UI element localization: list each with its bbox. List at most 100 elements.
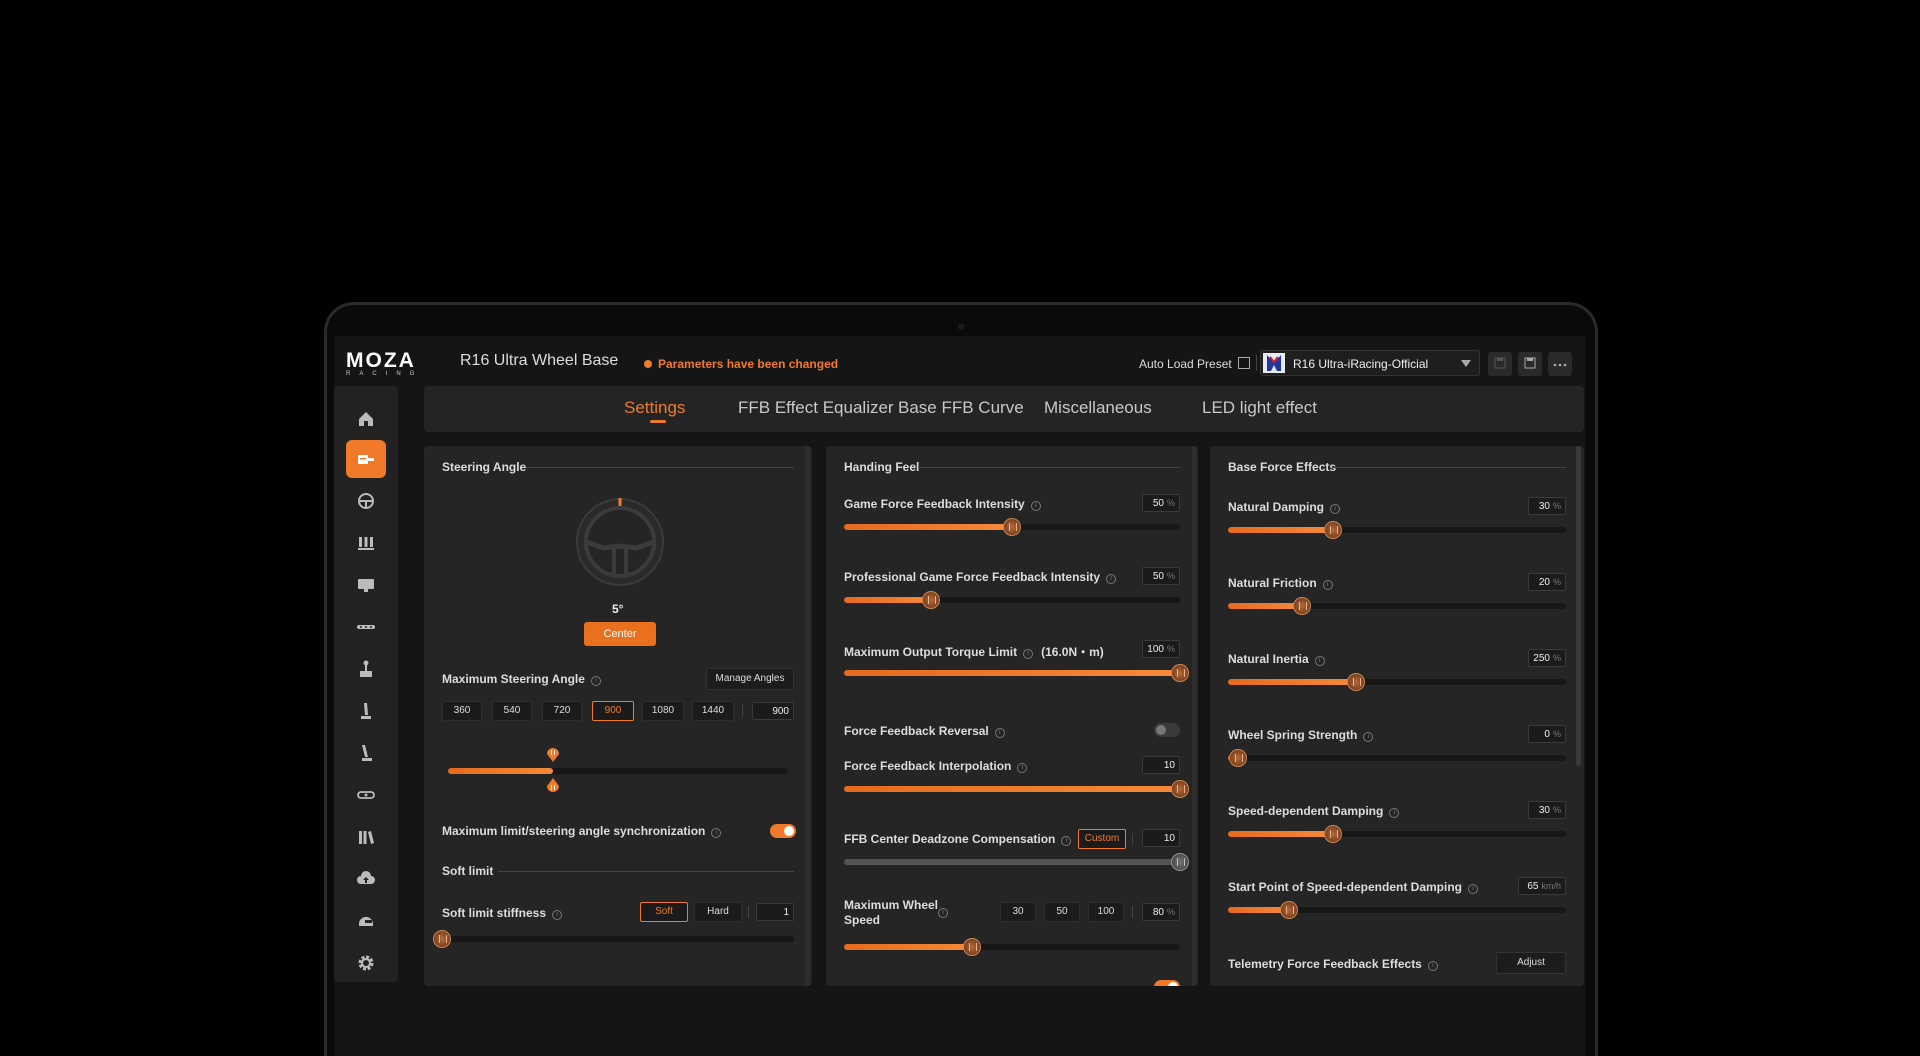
- sidebar-item-sequential-shifter[interactable]: [346, 734, 386, 772]
- sync-toggle[interactable]: [770, 824, 796, 838]
- slider-knob[interactable]: [1323, 521, 1342, 539]
- slider-knob[interactable]: [1279, 901, 1298, 919]
- info-icon[interactable]: i: [590, 676, 601, 686]
- slider-knob[interactable]: [1293, 597, 1312, 615]
- wheel-speed-100[interactable]: 100: [1088, 902, 1124, 922]
- wheel-spring-value[interactable]: 0%: [1528, 725, 1566, 743]
- scrollbar[interactable]: [1192, 446, 1197, 986]
- speed-damping-slider[interactable]: [1228, 825, 1566, 843]
- info-icon[interactable]: i: [994, 728, 1005, 738]
- info-icon[interactable]: i: [1314, 656, 1325, 666]
- sidebar-item-button-box[interactable]: [346, 776, 386, 814]
- slider-knob[interactable]: [1229, 749, 1248, 767]
- save-as-button[interactable]: [1518, 352, 1542, 376]
- sidebar-item-shifter[interactable]: [346, 650, 386, 688]
- ffb-interpolation-value[interactable]: 10: [1142, 756, 1180, 774]
- wheel-speed-value[interactable]: 80%: [1142, 903, 1180, 921]
- ffb-interpolation-slider[interactable]: [844, 780, 1189, 798]
- info-icon[interactable]: i: [1023, 649, 1034, 659]
- speed-damping-value[interactable]: 30%: [1528, 801, 1566, 819]
- natural-damping-slider[interactable]: [1228, 521, 1566, 539]
- sidebar-item-settings[interactable]: [346, 944, 386, 982]
- angle-preset-1080[interactable]: 1080: [642, 701, 684, 721]
- start-point-value[interactable]: 65 km/h: [1518, 877, 1566, 895]
- game-ffb-slider[interactable]: [844, 518, 1180, 536]
- start-point-slider[interactable]: [1228, 901, 1566, 919]
- natural-inertia-slider[interactable]: [1228, 673, 1566, 691]
- info-icon[interactable]: i: [1330, 504, 1341, 514]
- slider-knob[interactable]: [1171, 780, 1189, 798]
- tab-settings[interactable]: Settings: [624, 398, 685, 418]
- info-icon[interactable]: i: [1061, 836, 1072, 846]
- stiffness-soft-option[interactable]: Soft: [640, 902, 688, 922]
- pro-ffb-slider[interactable]: [844, 591, 1180, 609]
- steering-angle-slider[interactable]: [448, 748, 788, 792]
- sidebar-item-pedals[interactable]: [346, 524, 386, 562]
- sidebar-item-helmet[interactable]: [346, 902, 386, 940]
- info-icon[interactable]: i: [1017, 763, 1028, 773]
- angle-preset-900[interactable]: 900: [592, 701, 634, 721]
- stiffness-slider[interactable]: [433, 930, 794, 948]
- slider-knob[interactable]: [1003, 518, 1021, 536]
- next-setting-toggle[interactable]: [1154, 980, 1180, 986]
- natural-friction-slider[interactable]: [1228, 597, 1566, 615]
- slider-knob[interactable]: [1323, 825, 1342, 843]
- slider-knob[interactable]: [1171, 853, 1189, 871]
- wheel-spring-slider[interactable]: [1228, 749, 1566, 767]
- deadzone-value[interactable]: 10: [1142, 829, 1180, 847]
- info-icon[interactable]: i: [711, 828, 722, 838]
- deadzone-custom-option[interactable]: Custom: [1078, 829, 1126, 849]
- sidebar-item-led-bar[interactable]: [346, 608, 386, 646]
- more-options-button[interactable]: [1548, 352, 1572, 376]
- natural-damping-value[interactable]: 30%: [1528, 497, 1566, 515]
- pro-ffb-value[interactable]: 50%: [1142, 567, 1180, 585]
- manage-angles-button[interactable]: Manage Angles: [706, 668, 794, 690]
- natural-friction-value[interactable]: 20%: [1528, 573, 1566, 591]
- info-icon[interactable]: i: [1389, 808, 1400, 818]
- natural-inertia-value[interactable]: 250%: [1528, 649, 1566, 667]
- tab-base-ffb-curve[interactable]: Base FFB Curve: [898, 398, 1024, 418]
- slider-knob[interactable]: [1347, 673, 1366, 691]
- save-preset-button[interactable]: [1488, 352, 1512, 376]
- sidebar-item-cloud[interactable]: [346, 860, 386, 898]
- info-icon[interactable]: i: [552, 910, 563, 920]
- sidebar-item-wheelbase[interactable]: [346, 440, 386, 478]
- angle-preset-720[interactable]: 720: [542, 701, 582, 721]
- info-icon[interactable]: i: [938, 908, 948, 918]
- center-button[interactable]: Center: [584, 622, 656, 646]
- slider-knob[interactable]: [433, 930, 451, 948]
- sidebar-item-home[interactable]: [346, 400, 386, 438]
- sidebar-item-handbrake[interactable]: [346, 692, 386, 730]
- info-icon[interactable]: i: [1030, 501, 1041, 511]
- range-marker-top-icon[interactable]: [546, 746, 560, 762]
- angle-preset-540[interactable]: 540: [492, 701, 532, 721]
- auto-load-checkbox[interactable]: [1238, 357, 1250, 369]
- info-icon[interactable]: i: [1106, 574, 1117, 584]
- slider-knob[interactable]: [962, 938, 981, 956]
- torque-limit-value[interactable]: 100%: [1142, 640, 1180, 658]
- torque-limit-slider[interactable]: [844, 664, 1189, 682]
- angle-preset-360[interactable]: 360: [442, 701, 482, 721]
- angle-custom-input[interactable]: 900: [752, 702, 794, 720]
- stiffness-hard-option[interactable]: Hard: [694, 902, 742, 922]
- info-icon[interactable]: i: [1363, 732, 1374, 742]
- wheel-speed-50[interactable]: 50: [1044, 902, 1080, 922]
- wheel-speed-slider[interactable]: [844, 938, 1180, 956]
- range-marker-bottom-icon[interactable]: [546, 778, 560, 794]
- tab-led-light-effect[interactable]: LED light effect: [1202, 398, 1317, 418]
- adjust-button[interactable]: Adjust: [1496, 952, 1566, 974]
- tab-miscellaneous[interactable]: Miscellaneous: [1044, 398, 1152, 418]
- scrollbar[interactable]: [805, 446, 810, 986]
- wheel-speed-30[interactable]: 30: [1000, 902, 1036, 922]
- scrollbar[interactable]: [1576, 446, 1581, 766]
- sidebar-item-library[interactable]: [346, 818, 386, 856]
- game-ffb-value[interactable]: 50%: [1142, 494, 1180, 512]
- stiffness-value-input[interactable]: 1: [756, 903, 794, 921]
- angle-preset-1440[interactable]: 1440: [692, 701, 734, 721]
- sidebar-item-steering-wheel[interactable]: [346, 482, 386, 520]
- info-icon[interactable]: i: [1468, 884, 1479, 894]
- sidebar-item-dashboard[interactable]: [346, 566, 386, 604]
- tab-ffb-effect-equalizer[interactable]: FFB Effect Equalizer: [738, 398, 894, 418]
- preset-select[interactable]: R16 Ultra-iRacing-Official: [1260, 350, 1480, 376]
- deadzone-slider[interactable]: [844, 853, 1189, 871]
